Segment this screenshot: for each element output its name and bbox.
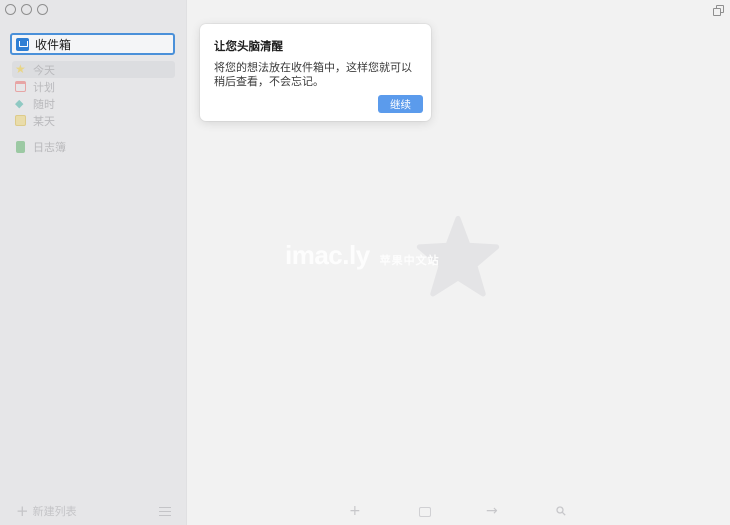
sidebar-item-label: 今天 [33, 63, 55, 77]
new-list-button[interactable]: + 新建列表 [16, 503, 77, 519]
popover-text: 将您的想法放在收件箱中，这样您就可以稍后查看，不会忘记。 [214, 61, 412, 88]
sidebar-nav: ★ 今天 计划 ◆ 随时 某天 日志簿 [12, 61, 175, 155]
search-icon[interactable] [556, 506, 566, 516]
move-arrow-icon[interactable]: → [486, 503, 498, 519]
sidebar-item-someday[interactable]: 某天 [12, 112, 175, 129]
logbook-icon [16, 140, 25, 153]
popover-title: 让您头脑清醒 [214, 39, 283, 53]
sidebar-item-upcoming[interactable]: 计划 [12, 78, 175, 95]
new-list-label: 新建列表 [32, 505, 77, 518]
sidebar-item-label: 日志簿 [33, 140, 66, 154]
window-controls [5, 4, 48, 15]
bottom-toolbar: + → [187, 497, 730, 525]
box-icon [15, 115, 26, 126]
watermark-subtitle: 苹果中文站 [379, 254, 440, 267]
sidebar: 收件箱 ★ 今天 计划 ◆ 随时 某天 日志簿 + 新建列表 [0, 0, 187, 525]
continue-button[interactable]: 继续 [378, 95, 423, 113]
zoom-window-button[interactable] [37, 4, 48, 15]
sidebar-item-label: 某天 [33, 114, 55, 128]
sidebar-item-anytime[interactable]: ◆ 随时 [12, 95, 175, 112]
inbox-icon [16, 37, 29, 51]
sidebar-item-logbook[interactable]: 日志簿 [12, 138, 175, 155]
fullscreen-restore-icon[interactable] [713, 5, 724, 16]
minimize-window-button[interactable] [21, 4, 32, 15]
sidebar-item-label: 收件箱 [35, 37, 72, 52]
settings-sliders-icon[interactable] [159, 506, 171, 516]
sidebar-item-today[interactable]: ★ 今天 [12, 61, 175, 78]
onboarding-popover: 让您头脑清醒 将您的想法放在收件箱中，这样您就可以稍后查看，不会忘记。 继续 [200, 24, 431, 121]
watermark: imac.ly 苹果中文站 [285, 240, 440, 271]
plus-icon: + [16, 501, 29, 520]
calendar-icon [15, 81, 26, 92]
sidebar-item-inbox[interactable]: 收件箱 [10, 33, 175, 55]
add-todo-icon[interactable]: + [349, 503, 361, 519]
app-window: 收件箱 ★ 今天 计划 ◆ 随时 某天 日志簿 + 新建列表 让您头脑清醒 将您… [0, 0, 730, 525]
star-icon: ★ [15, 62, 26, 76]
when-calendar-icon[interactable] [419, 507, 431, 517]
sidebar-item-label: 随时 [33, 97, 55, 111]
sidebar-footer: + 新建列表 [0, 497, 187, 525]
close-window-button[interactable] [5, 4, 16, 15]
sidebar-item-label: 计划 [33, 80, 55, 94]
main-content: 让您头脑清醒 将您的想法放在收件箱中，这样您就可以稍后查看，不会忘记。 继续 i… [187, 0, 730, 525]
layers-icon: ◆ [15, 97, 24, 110]
watermark-logo-text: imac.ly [285, 240, 370, 270]
